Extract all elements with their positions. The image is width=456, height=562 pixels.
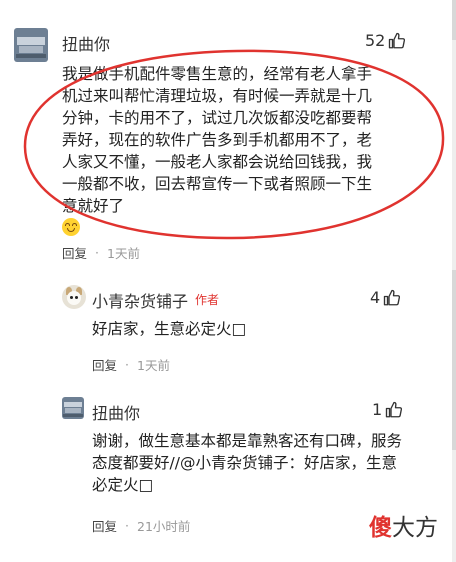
username[interactable]: 扭曲你	[62, 31, 110, 55]
reply-button[interactable]: 回复	[92, 355, 117, 374]
like-button[interactable]: 52	[365, 31, 406, 50]
watermark-first-char: 傻	[369, 515, 392, 541]
like-count: 1	[372, 400, 383, 419]
comment-meta: 回复 · 21小时前	[92, 516, 190, 535]
comment-text: 好店家，生意必定火□	[92, 320, 247, 338]
thumbs-up-icon	[384, 289, 401, 305]
avatar[interactable]	[14, 28, 48, 62]
watermark: 傻 大方	[369, 508, 438, 542]
comment-text: 谢谢，做生意基本都是靠熟客还有口碑，服务态度都要好//@小青杂货铺子：好店家，生…	[92, 432, 403, 494]
like-count: 4	[370, 288, 381, 307]
comment-time: 1天前	[137, 358, 170, 373]
scroll-segment	[452, 270, 456, 450]
comment-text: 我是做手机配件零售生意的，经常有老人拿手机过来叫帮忙清理垃圾，有时候一弄就是十几…	[62, 63, 380, 239]
separator-dot: ·	[125, 518, 129, 533]
username[interactable]: 扭曲你	[92, 400, 140, 424]
reply-button[interactable]: 回复	[62, 243, 87, 262]
thumbs-up-icon	[389, 32, 406, 48]
thumbs-up-icon	[386, 401, 403, 417]
username[interactable]: 小青杂货铺子	[92, 288, 188, 312]
separator-dot: ·	[95, 245, 99, 260]
comment-meta: 回复 · 1天前	[92, 355, 170, 374]
smile-emoji	[62, 218, 80, 236]
comment-meta: 回复 · 1天前	[62, 243, 140, 262]
scroll-track[interactable]	[452, 0, 456, 562]
author-badge: 作者	[195, 293, 220, 307]
like-button[interactable]: 4	[370, 288, 401, 307]
separator-dot: ·	[125, 357, 129, 372]
like-count: 52	[365, 31, 386, 50]
comment-time: 1天前	[107, 246, 140, 261]
reply-button[interactable]: 回复	[92, 516, 117, 535]
comment-time: 21小时前	[137, 519, 191, 534]
watermark-rest: 大方	[392, 515, 438, 541]
like-button[interactable]: 1	[372, 400, 403, 419]
scroll-segment	[452, 0, 456, 40]
avatar[interactable]	[62, 285, 86, 309]
avatar[interactable]	[62, 397, 84, 419]
